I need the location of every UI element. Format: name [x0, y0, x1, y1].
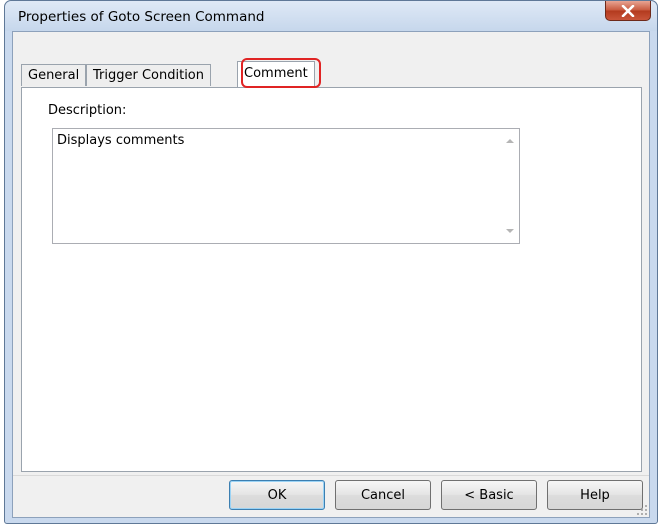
description-label-text: Description:	[48, 103, 127, 118]
description-textarea[interactable]: Displays comments	[52, 128, 520, 244]
comment-tab-panel: Description: Displays comments	[21, 87, 642, 472]
resize-grip-icon[interactable]	[636, 504, 648, 516]
textarea-scrollbar[interactable]	[502, 129, 519, 243]
scroll-up-arrow-icon[interactable]	[506, 139, 514, 143]
description-label: Description:	[48, 103, 126, 118]
ok-button[interactable]: OK	[229, 480, 325, 510]
tab-comment[interactable]: Comment	[237, 61, 315, 87]
tab-trigger-condition[interactable]: Trigger Condition	[86, 64, 212, 86]
scroll-down-arrow-icon[interactable]	[506, 229, 514, 233]
description-text: Displays comments	[57, 133, 185, 148]
close-button[interactable]	[605, 1, 651, 21]
cancel-button[interactable]: Cancel	[335, 480, 431, 510]
help-button[interactable]: Help	[547, 480, 643, 510]
dialog-window: Properties of Goto Screen Command Genera…	[4, 0, 658, 524]
tab-general[interactable]: General	[21, 64, 87, 86]
basic-button[interactable]: < Basic	[441, 480, 537, 510]
dialog-client-area: General Trigger Condition Comment Descri…	[12, 31, 650, 518]
dialog-title: Properties of Goto Screen Command	[18, 9, 265, 25]
close-x-icon	[621, 4, 635, 17]
footer-divider	[13, 475, 649, 476]
title-bar[interactable]: Properties of Goto Screen Command	[5, 1, 657, 31]
